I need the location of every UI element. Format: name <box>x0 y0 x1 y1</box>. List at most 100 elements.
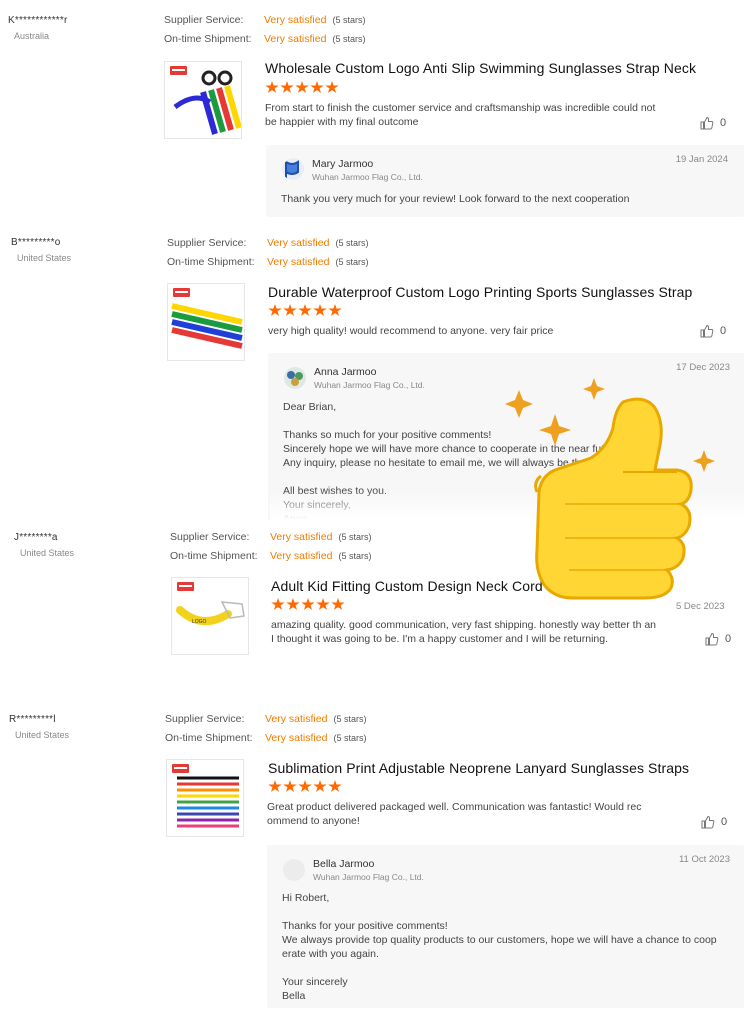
rating-stars-text: (5 stars) <box>338 532 372 542</box>
supplier-reply: Mary Jarmoo Wuhan Jarmoo Flag Co., Ltd. … <box>266 145 744 217</box>
rating-value: Very satisfied <box>264 14 327 26</box>
rating-value: Very satisfied <box>265 732 328 744</box>
product-title[interactable]: Wholesale Custom Logo Anti Slip Swimming… <box>265 60 696 76</box>
rating-value: Very satisfied <box>267 256 330 268</box>
buyer-country: United States <box>20 548 75 558</box>
reply-text: Thank you very much for your review! Loo… <box>281 193 630 205</box>
reply-company: Wuhan Jarmoo Flag Co., Ltd. <box>313 872 424 882</box>
rating-label: On-time Shipment: <box>170 550 258 562</box>
star-icon <box>298 780 312 792</box>
rating-value: Very satisfied <box>264 33 327 45</box>
ontime-shipment-rating: On-time Shipment: Very satisfied (5 star… <box>167 256 368 268</box>
buyer-country: United States <box>17 253 72 263</box>
like-count: 0 <box>721 816 728 828</box>
buyer-country: United States <box>15 730 70 740</box>
star-icon <box>325 81 339 93</box>
thumbs-up-icon <box>700 324 714 338</box>
like-button[interactable]: 0 <box>700 324 726 338</box>
thumbs-up-icon <box>700 116 714 130</box>
buyer-name: K************r <box>8 15 68 26</box>
reply-author-name: Anna Jarmoo <box>314 366 377 378</box>
star-icon <box>268 780 282 792</box>
star-icon <box>298 304 312 316</box>
thumbs-up-icon <box>701 815 715 829</box>
review-star-rating <box>271 598 345 611</box>
product-title[interactable]: Durable Waterproof Custom Logo Printing … <box>268 284 692 300</box>
product-thumbnail[interactable] <box>166 759 244 837</box>
rating-stars-text: (5 stars) <box>333 714 367 724</box>
review-card: R*********l United States Supplier Servi… <box>0 700 750 1011</box>
review-star-rating <box>268 304 342 317</box>
product-thumbnail[interactable]: LOGO <box>171 577 249 655</box>
star-icon <box>283 780 297 792</box>
rating-stars-text: (5 stars) <box>335 257 369 267</box>
rating-value: Very satisfied <box>270 531 333 543</box>
reply-company: Wuhan Jarmoo Flag Co., Ltd. <box>312 172 423 182</box>
reply-company: Wuhan Jarmoo Flag Co., Ltd. <box>314 380 425 390</box>
reply-text: Hi Robert, Thanks for your positive comm… <box>282 892 717 1002</box>
star-icon <box>265 81 279 93</box>
star-icon <box>283 304 297 316</box>
supplier-service-rating: Supplier Service: Very satisfied (5 star… <box>164 14 365 26</box>
review-card: K************r Australia Supplier Servic… <box>0 0 750 225</box>
star-icon <box>286 598 300 610</box>
brand-tag-icon <box>177 582 194 591</box>
star-icon <box>301 598 315 610</box>
review-comment: amazing quality. good communication, ver… <box>271 619 657 645</box>
review-comment: From start to finish the customer servic… <box>265 102 656 128</box>
rating-label: Supplier Service: <box>165 713 245 725</box>
rating-stars-text: (5 stars) <box>333 733 367 743</box>
like-count: 0 <box>720 117 727 129</box>
star-icon <box>280 81 294 93</box>
like-count: 0 <box>725 633 732 645</box>
review-comment: very high quality! would recommend to an… <box>268 325 554 337</box>
avatar <box>282 158 304 180</box>
buyer-name: R*********l <box>9 714 56 725</box>
review-star-rating <box>268 780 342 793</box>
brand-tag-icon <box>172 764 189 773</box>
star-icon <box>328 304 342 316</box>
ontime-shipment-rating: On-time Shipment: Very satisfied (5 star… <box>165 732 366 744</box>
like-button[interactable]: 0 <box>705 632 731 646</box>
review-star-rating <box>265 81 339 94</box>
avatar <box>283 859 305 881</box>
rating-label: Supplier Service: <box>170 531 250 543</box>
supplier-reply: Bella Jarmoo Wuhan Jarmoo Flag Co., Ltd.… <box>267 845 744 1008</box>
ontime-shipment-rating: On-time Shipment: Very satisfied (5 star… <box>164 33 365 45</box>
rating-stars-text: (5 stars) <box>335 238 369 248</box>
reply-date: 11 Oct 2023 <box>678 854 730 865</box>
avatar <box>284 367 306 389</box>
buyer-country: Australia <box>14 31 50 41</box>
supplier-service-rating: Supplier Service: Very satisfied (5 star… <box>170 531 371 543</box>
rating-label: On-time Shipment: <box>164 33 252 45</box>
star-icon <box>331 598 345 610</box>
star-icon <box>328 780 342 792</box>
rating-label: Supplier Service: <box>164 14 244 26</box>
supplier-service-rating: Supplier Service: Very satisfied (5 star… <box>167 237 368 249</box>
like-button[interactable]: 0 <box>701 815 727 829</box>
reply-author-name: Mary Jarmoo <box>312 158 374 170</box>
rating-label: On-time Shipment: <box>167 256 255 268</box>
supplier-service-rating: Supplier Service: Very satisfied (5 star… <box>165 713 366 725</box>
review-comment: Great product delivered packaged well. C… <box>267 801 642 827</box>
reply-date: 19 Jan 2024 <box>675 154 728 165</box>
brand-tag-icon <box>173 288 190 297</box>
buyer-name: J********a <box>14 532 58 543</box>
rating-label: Supplier Service: <box>167 237 247 249</box>
ontime-shipment-rating: On-time Shipment: Very satisfied (5 star… <box>170 550 371 562</box>
thumbs-up-sticker-icon <box>505 378 715 600</box>
star-icon <box>271 598 285 610</box>
product-thumbnail[interactable] <box>167 283 245 361</box>
rating-value: Very satisfied <box>265 713 328 725</box>
star-icon <box>313 304 327 316</box>
rating-stars-text: (5 stars) <box>332 34 366 44</box>
brand-tag-icon <box>170 66 187 75</box>
rating-stars-text: (5 stars) <box>338 551 372 561</box>
like-button[interactable]: 0 <box>700 116 726 130</box>
star-icon <box>295 81 309 93</box>
rating-value: Very satisfied <box>270 550 333 562</box>
svg-text:LOGO: LOGO <box>192 619 207 625</box>
star-icon <box>316 598 330 610</box>
product-thumbnail[interactable] <box>164 61 242 139</box>
product-title[interactable]: Sublimation Print Adjustable Neoprene La… <box>268 760 689 776</box>
